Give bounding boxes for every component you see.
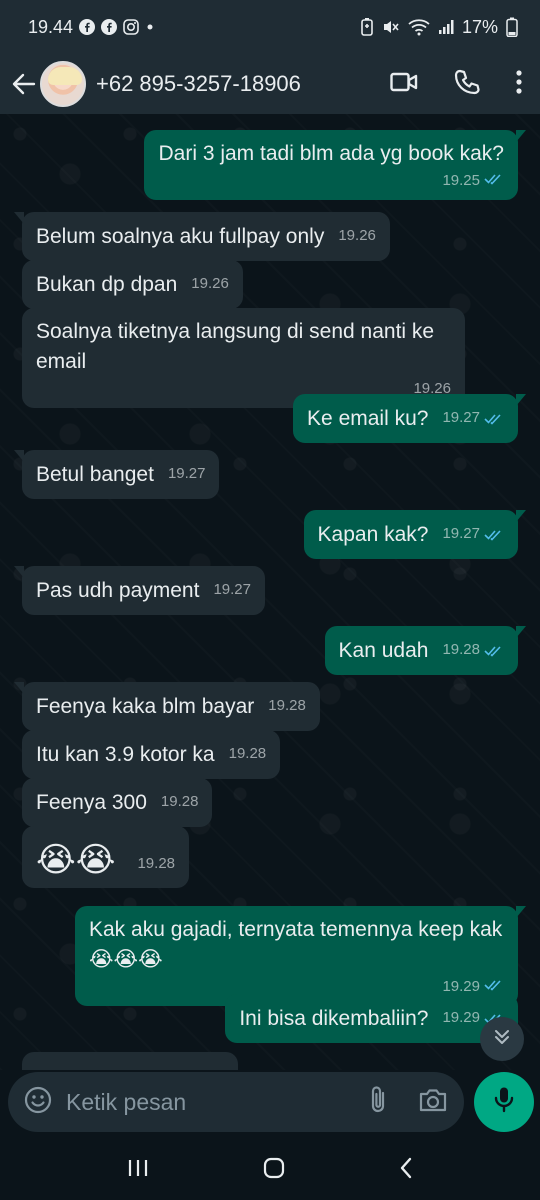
message-time: 19.27 bbox=[213, 581, 251, 598]
battery-icon bbox=[506, 17, 518, 37]
message-incoming-partial[interactable] bbox=[22, 1052, 238, 1070]
signal-icon bbox=[438, 19, 454, 35]
message-input[interactable]: Ketik pesan bbox=[8, 1072, 464, 1132]
message-outgoing[interactable]: Kan udah 19.28 bbox=[324, 626, 527, 675]
message-time: 19.28 bbox=[137, 855, 176, 872]
message-time: 19.28 bbox=[268, 697, 306, 714]
message-outgoing[interactable]: Kak aku gajadi, ternyata temennya keep k… bbox=[75, 906, 526, 1006]
scroll-to-bottom-button[interactable] bbox=[480, 1017, 524, 1061]
message-outgoing[interactable]: Ke email ku? 19.27 bbox=[293, 394, 526, 443]
mute-icon bbox=[382, 18, 400, 36]
composer: Ketik pesan bbox=[0, 1070, 540, 1140]
mic-button[interactable] bbox=[474, 1072, 534, 1132]
camera-icon[interactable] bbox=[418, 1087, 448, 1118]
message-time: 19.26 bbox=[191, 275, 229, 292]
status-time: 19.44 bbox=[28, 16, 74, 37]
message-incoming[interactable]: Pas udh payment 19.27 bbox=[14, 566, 265, 615]
message-time: 19.26 bbox=[338, 227, 376, 244]
recent-apps-icon[interactable] bbox=[127, 1159, 149, 1182]
message-text: Itu kan 3.9 kotor ka bbox=[36, 743, 215, 766]
notification-dot-icon bbox=[145, 22, 155, 32]
message-incoming[interactable]: Feenya kaka blm bayar 19.28 bbox=[14, 682, 320, 731]
message-text: Feenya 300 bbox=[36, 791, 147, 814]
message-text: Kapan kak? bbox=[317, 523, 429, 546]
message-text: Soalnya tiketnya langsung di send nanti … bbox=[36, 320, 435, 373]
message-time: 19.25 bbox=[442, 172, 480, 189]
wifi-icon bbox=[408, 18, 430, 36]
attach-icon[interactable] bbox=[368, 1085, 388, 1120]
message-incoming[interactable]: 😭😭 19.28 bbox=[22, 826, 190, 888]
system-nav-bar bbox=[0, 1140, 540, 1200]
facebook-icon bbox=[79, 19, 96, 35]
message-time: 19.29 bbox=[442, 978, 480, 995]
read-ticks-icon bbox=[484, 975, 504, 995]
chat-header: +62 895-3257-18906 bbox=[0, 54, 540, 114]
message-time: 19.28 bbox=[228, 745, 267, 762]
back-nav-icon[interactable] bbox=[399, 1157, 413, 1184]
message-incoming[interactable]: Feenya 300 19.28 bbox=[22, 778, 213, 827]
avatar[interactable] bbox=[40, 61, 86, 107]
read-ticks-icon bbox=[484, 169, 504, 189]
message-time: 19.28 bbox=[160, 793, 199, 810]
message-emoji: 😭😭 bbox=[36, 841, 116, 879]
message-text: Belum soalnya aku fullpay only bbox=[36, 225, 325, 248]
message-time: 19.27 bbox=[442, 409, 480, 426]
message-outgoing[interactable]: Kapan kak? 19.27 bbox=[303, 510, 527, 559]
instagram-icon bbox=[123, 19, 139, 35]
emoji-icon[interactable] bbox=[24, 1086, 52, 1119]
status-bar: 19.44 17% bbox=[0, 0, 540, 54]
contact-name[interactable]: +62 895-3257-18906 bbox=[96, 71, 390, 97]
message-incoming[interactable]: Soalnya tiketnya langsung di send nanti … bbox=[22, 308, 465, 408]
more-icon[interactable] bbox=[516, 69, 522, 99]
read-ticks-icon bbox=[484, 520, 504, 550]
chevron-double-down-icon bbox=[493, 1028, 511, 1051]
back-arrow-icon[interactable] bbox=[10, 70, 38, 98]
message-time: 19.29 bbox=[442, 1009, 480, 1026]
message-outgoing[interactable]: Ini bisa dikembaliin? 19.29 bbox=[225, 994, 518, 1043]
message-text: Kak aku gajadi, ternyata temennya keep k… bbox=[89, 918, 503, 971]
message-text: Bukan dp dpan bbox=[36, 273, 178, 296]
message-incoming[interactable]: Belum soalnya aku fullpay only 19.26 bbox=[14, 212, 390, 261]
chat-area[interactable]: Dari 3 jam tadi blm ada yg book kak? 19.… bbox=[0, 114, 540, 1070]
message-text: Betul banget bbox=[36, 463, 154, 486]
video-call-icon[interactable] bbox=[390, 71, 418, 98]
message-text: Feenya kaka blm bayar bbox=[36, 695, 255, 718]
message-text: Pas udh payment bbox=[36, 579, 200, 602]
message-time: 19.28 bbox=[442, 641, 480, 658]
battery-saver-icon bbox=[360, 18, 374, 36]
message-outgoing[interactable]: Dari 3 jam tadi blm ada yg book kak? 19.… bbox=[144, 130, 526, 200]
message-placeholder: Ketik pesan bbox=[66, 1088, 187, 1115]
message-incoming[interactable]: Itu kan 3.9 kotor ka 19.28 bbox=[22, 730, 281, 779]
voice-call-icon[interactable] bbox=[454, 69, 480, 100]
mic-icon bbox=[493, 1086, 515, 1119]
home-icon[interactable] bbox=[263, 1157, 285, 1184]
message-text: Kan udah bbox=[338, 639, 429, 662]
message-text: Dari 3 jam tadi blm ada yg book kak? bbox=[158, 142, 504, 165]
read-ticks-icon bbox=[484, 404, 504, 434]
facebook-icon bbox=[101, 19, 118, 35]
message-text: Ini bisa dikembaliin? bbox=[239, 1007, 429, 1030]
message-time: 19.27 bbox=[167, 465, 206, 482]
message-incoming[interactable]: Bukan dp dpan 19.26 bbox=[22, 260, 243, 309]
message-time: 19.27 bbox=[442, 525, 480, 542]
message-text: Ke email ku? bbox=[307, 407, 429, 430]
battery-percent: 17% bbox=[461, 16, 498, 37]
message-incoming[interactable]: Betul banget 19.27 bbox=[13, 450, 220, 499]
read-ticks-icon bbox=[484, 636, 504, 666]
